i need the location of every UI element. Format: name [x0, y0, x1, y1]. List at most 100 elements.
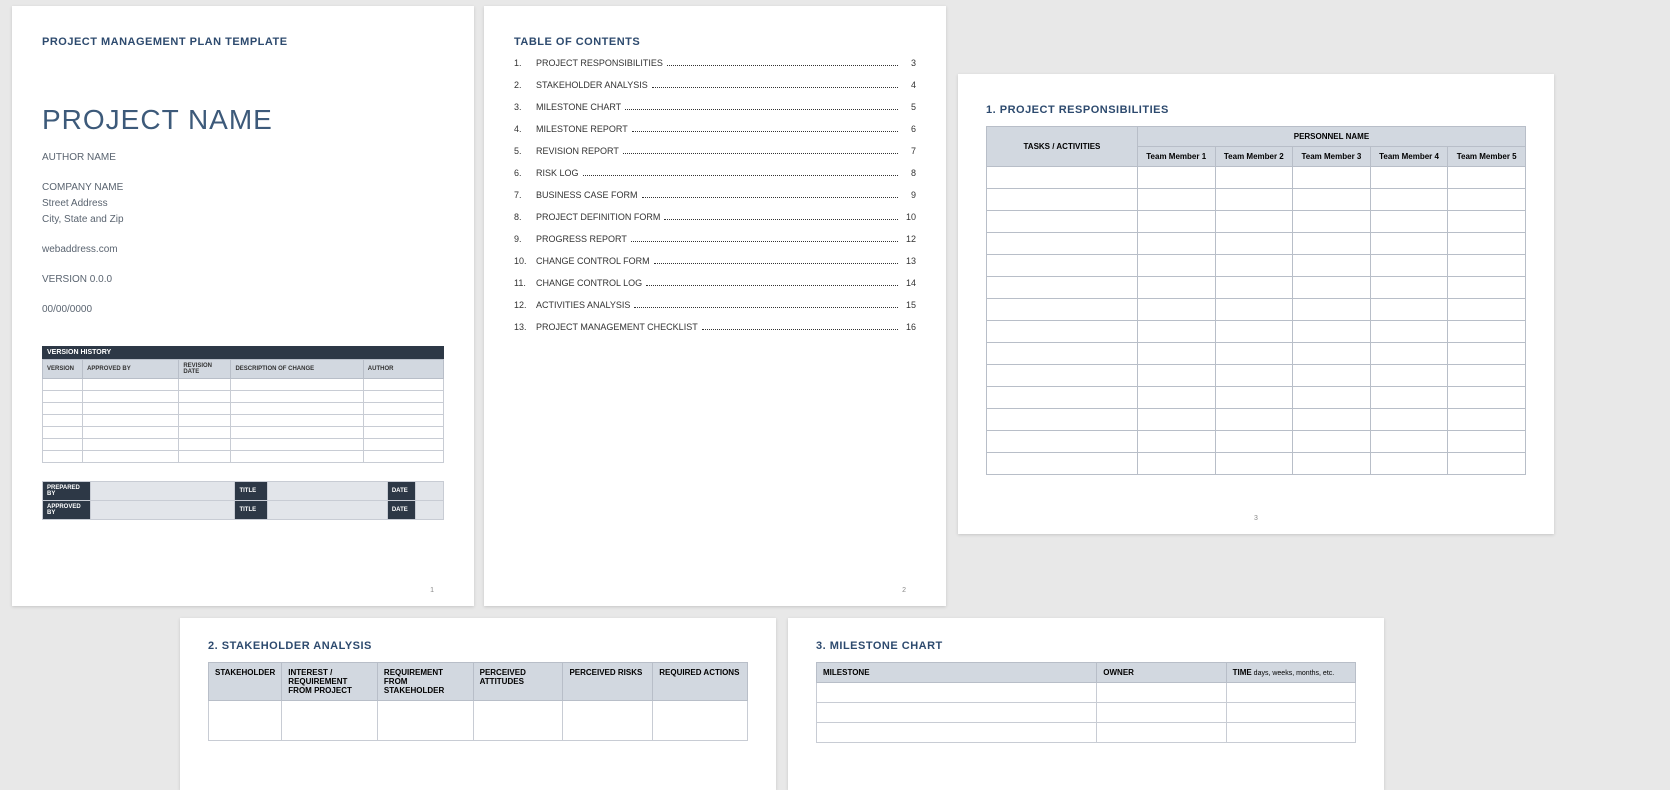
page-number: 3 [1254, 515, 1258, 522]
approved-by-value [91, 501, 235, 520]
col-actions: REQUIRED ACTIONS [653, 663, 748, 701]
toc-item: 3.MILESTONE CHART 5 [514, 102, 916, 112]
col-member-4: Team Member 4 [1370, 147, 1448, 167]
toc-item: 5.REVISION REPORT7 [514, 146, 916, 156]
page-responsibilities: 1. PROJECT RESPONSIBILITIES TASKS / ACTI… [958, 74, 1554, 534]
responsibilities-table: TASKS / ACTIVITIES PERSONNEL NAME Team M… [986, 126, 1526, 475]
toc-page: 5 [902, 102, 916, 112]
toc-number: 8. [514, 212, 536, 222]
col-author: AUTHOR [363, 360, 443, 379]
table-row [987, 365, 1526, 387]
toc-item: 10.CHANGE CONTROL FORM13 [514, 256, 916, 266]
toc-number: 3. [514, 102, 536, 112]
toc-dots [623, 153, 898, 154]
table-row [987, 453, 1526, 475]
table-row [987, 387, 1526, 409]
table-row [817, 723, 1356, 743]
web-address: webaddress.com [42, 242, 444, 258]
table-row [43, 415, 444, 427]
toc-item: 13.PROJECT MANAGEMENT CHECKLIST16 [514, 322, 916, 332]
toc-page: 14 [902, 278, 916, 288]
toc-dots [632, 131, 898, 132]
title-label-2: TITLE [235, 501, 267, 520]
toc-number: 12. [514, 300, 536, 310]
col-member-3: Team Member 3 [1293, 147, 1371, 167]
toc-number: 11. [514, 278, 536, 288]
col-attitudes: PERCEIVED ATTITUDES [473, 663, 563, 701]
street-address: Street Address [42, 196, 444, 212]
author-name: AUTHOR NAME [42, 150, 444, 166]
col-milestone: MILESTONE [817, 663, 1097, 683]
toc-page: 15 [902, 300, 916, 310]
page-cover: PROJECT MANAGEMENT PLAN TEMPLATE PROJECT… [12, 6, 474, 606]
toc-item: 9.PROGRESS REPORT12 [514, 234, 916, 244]
toc-label: PROJECT DEFINITION FORM [536, 212, 660, 222]
table-row [43, 379, 444, 391]
col-tasks: TASKS / ACTIVITIES [987, 127, 1138, 167]
col-desc: DESCRIPTION OF CHANGE [231, 360, 363, 379]
toc-page: 7 [902, 146, 916, 156]
table-row [817, 703, 1356, 723]
toc-label: PROGRESS REPORT [536, 234, 627, 244]
toc-item: 6.RISK LOG8 [514, 168, 916, 178]
toc-page: 12 [902, 234, 916, 244]
project-name: PROJECT NAME [42, 104, 444, 136]
toc-dots [583, 175, 898, 176]
toc-dots [652, 87, 898, 88]
version-history-title: VERSION HISTORY [42, 346, 444, 359]
page-number: 2 [902, 587, 906, 594]
toc-item: 8.PROJECT DEFINITION FORM10 [514, 212, 916, 222]
toc-page: 13 [902, 256, 916, 266]
stakeholder-table: STAKEHOLDER INTEREST / REQUIREMENT FROM … [208, 662, 748, 741]
table-row [817, 683, 1356, 703]
col-personnel: PERSONNEL NAME [1137, 127, 1525, 147]
toc-page: 3 [902, 58, 916, 68]
toc-item: 11.CHANGE CONTROL LOG 14 [514, 278, 916, 288]
col-member-1: Team Member 1 [1137, 147, 1215, 167]
table-row [987, 321, 1526, 343]
toc-label: CHANGE CONTROL FORM [536, 256, 650, 266]
col-member-5: Team Member 5 [1448, 147, 1526, 167]
col-time: TIME days, weeks, months, etc. [1226, 663, 1355, 683]
table-row [987, 211, 1526, 233]
toc-label: REVISION REPORT [536, 146, 619, 156]
section-title: 2. STAKEHOLDER ANALYSIS [208, 640, 748, 652]
company-block: COMPANY NAME Street Address City, State … [42, 180, 444, 228]
toc-label: PROJECT RESPONSIBILITIES [536, 58, 663, 68]
col-stakeholder: STAKEHOLDER [209, 663, 282, 701]
title-value-1 [267, 482, 387, 501]
toc-label: PROJECT MANAGEMENT CHECKLIST [536, 322, 698, 332]
table-row [43, 439, 444, 451]
toc-label: RISK LOG [536, 168, 579, 178]
toc-label: BUSINESS CASE FORM [536, 190, 638, 200]
table-row [987, 255, 1526, 277]
section-title: 3. MILESTONE CHART [816, 640, 1356, 652]
col-risks: PERCEIVED RISKS [563, 663, 653, 701]
toc-dots [667, 65, 898, 66]
table-row [987, 409, 1526, 431]
date-label: 00/00/0000 [42, 302, 444, 318]
table-row [987, 233, 1526, 255]
title-label-1: TITLE [235, 482, 267, 501]
city-state-zip: City, State and Zip [42, 212, 444, 228]
approved-by-label: APPROVED BY [43, 501, 91, 520]
col-owner: OWNER [1097, 663, 1226, 683]
toc-list: 1.PROJECT RESPONSIBILITIES32.STAKEHOLDER… [514, 58, 916, 332]
toc-dots [664, 219, 898, 220]
col-revision-date: REVISION DATE [179, 360, 231, 379]
toc-number: 1. [514, 58, 536, 68]
toc-number: 2. [514, 80, 536, 90]
version-history-table: VERSION APPROVED BY REVISION DATE DESCRI… [42, 359, 444, 463]
toc-label: CHANGE CONTROL LOG [536, 278, 642, 288]
col-version: VERSION [43, 360, 83, 379]
toc-page: 9 [902, 190, 916, 200]
col-member-2: Team Member 2 [1215, 147, 1293, 167]
prepared-by-value [91, 482, 235, 501]
table-row [987, 167, 1526, 189]
table-row [987, 299, 1526, 321]
toc-label: MILESTONE CHART [536, 102, 621, 112]
title-value-2 [267, 501, 387, 520]
page-toc: TABLE OF CONTENTS 1.PROJECT RESPONSIBILI… [484, 6, 946, 606]
document-type: PROJECT MANAGEMENT PLAN TEMPLATE [42, 36, 444, 48]
toc-label: ACTIVITIES ANALYSIS [536, 300, 630, 310]
